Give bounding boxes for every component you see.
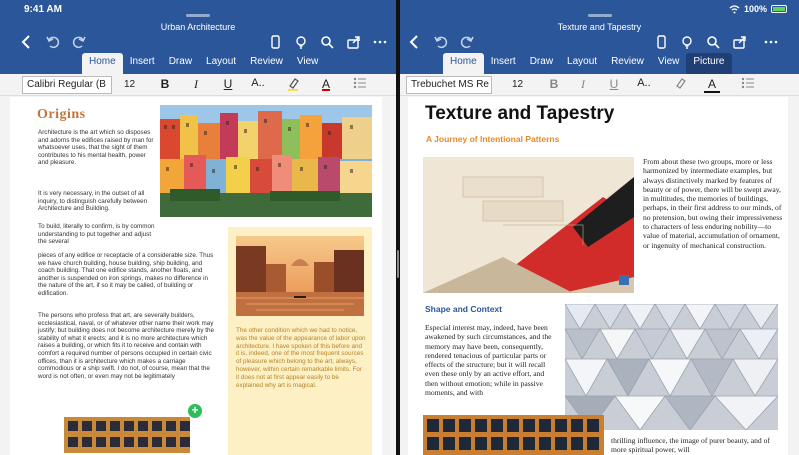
share-icon[interactable] [731,33,749,51]
document-subtitle: A Journey of Intentional Patterns [426,134,560,144]
tab-home[interactable]: Home [443,53,484,74]
callout-box: The other condition which we had to noti… [228,227,372,455]
font-name-field[interactable]: Trebuchet MS Re [406,76,492,94]
venice-canal-image[interactable] [236,236,364,316]
left-app-pane: 9:41 AM Urban Architecture Home Insert D… [0,0,396,455]
add-icon[interactable]: + [188,404,202,418]
paragraph-2: It is very necessary, in the outset of a… [38,190,148,213]
paragraph-4: The persons who profess that art, are se… [38,312,215,380]
back-icon[interactable] [406,33,424,51]
tab-layout[interactable]: Layout [199,53,243,74]
phone-view-icon[interactable] [652,33,670,51]
undo-icon[interactable] [44,33,62,51]
red-geometric-image[interactable] [423,157,634,293]
left-doc-title[interactable]: Urban Architecture [0,22,396,32]
battery-percent: 100% [743,4,767,14]
tab-review[interactable]: Review [243,53,290,74]
italic-button[interactable]: I [188,77,204,92]
paragraph-3a: To build, literally to confirm, is by co… [38,223,155,246]
redo-icon[interactable] [70,33,88,51]
tab-draw[interactable]: Draw [162,53,199,74]
tab-review[interactable]: Review [604,53,651,74]
tab-draw[interactable]: Draw [523,53,560,74]
paragraph-3: thrilling influence, the image of purer … [611,436,770,455]
right-ribbon-tabs: Home Insert Draw Layout Review View Pict… [443,53,732,74]
underline-button[interactable]: U [220,77,236,91]
left-ribbon-tabs: Home Insert Draw Layout Review View [82,53,325,74]
left-title-bar: 9:41 AM Urban Architecture Home Insert D… [0,0,396,74]
lightbulb-icon[interactable] [292,33,310,51]
font-color-button[interactable]: A [704,77,720,93]
font-options-button[interactable]: A.. [250,77,266,89]
tab-insert[interactable]: Insert [123,53,162,74]
left-document-page[interactable]: Origins Architecture is the art which so… [10,97,382,455]
building-facade-image[interactable] [62,415,192,455]
undo-icon[interactable] [432,33,450,51]
paragraph-2: Especial interest may, indeed, have been… [425,323,552,398]
highlighter-icon[interactable] [672,77,688,94]
highlighter-icon[interactable] [285,77,301,94]
redo-icon[interactable] [458,33,476,51]
bullets-icon[interactable] [352,77,368,92]
underline-button[interactable]: U [606,77,622,91]
paragraph-1: Architecture is the art which so dispose… [38,129,154,167]
font-options-button[interactable]: A.. [636,77,652,89]
right-doc-title[interactable]: Texture and Tapestry [400,22,799,32]
right-multitask-grabber[interactable] [588,14,612,17]
back-icon[interactable] [18,33,36,51]
right-document-page[interactable]: Texture and Tapestry A Journey of Intent… [408,97,788,455]
paragraph-1: From about these two groups, more or les… [643,157,783,250]
status-indicators: 100% [729,4,787,14]
section-heading-origins: Origins [37,107,86,122]
split-divider-handle[interactable] [397,250,399,278]
more-icon[interactable] [371,33,389,51]
building-windows-image[interactable] [423,415,604,455]
tab-insert[interactable]: Insert [484,53,523,74]
section-heading-shape: Shape and Context [425,304,502,314]
bullets-icon[interactable] [740,77,756,92]
document-title: Texture and Tapestry [425,103,615,124]
tab-picture[interactable]: Picture [686,53,732,74]
tab-layout[interactable]: Layout [560,53,604,74]
colorful-houses-image[interactable] [160,105,372,217]
phone-view-icon[interactable] [266,33,284,51]
tab-view[interactable]: View [290,53,326,74]
tab-view[interactable]: View [651,53,687,74]
battery-icon [771,5,787,13]
right-title-bar: 100% Texture and Tapestry Home Insert Dr… [400,0,799,74]
font-size-field[interactable]: 12 [510,76,525,94]
split-view-screen: 9:41 AM Urban Architecture Home Insert D… [0,0,799,455]
more-icon[interactable] [762,33,780,51]
bold-button[interactable]: B [157,77,173,91]
callout-text: The other condition which we had to noti… [236,327,366,389]
left-home-ribbon: Calibri Regular (B 12 B I U A.. A [0,74,396,96]
wifi-icon [729,4,740,13]
bold-button[interactable]: B [546,77,562,91]
left-multitask-grabber[interactable] [186,14,210,17]
right-app-pane: 100% Texture and Tapestry Home Insert Dr… [400,0,799,455]
lightbulb-icon[interactable] [678,33,696,51]
font-size-field[interactable]: 12 [122,76,137,94]
status-time: 9:41 AM [24,4,62,15]
paragraph-3b: pieces of any edifice or receptacle of a… [38,252,214,297]
search-icon[interactable] [318,33,336,51]
share-icon[interactable] [345,33,363,51]
font-name-field[interactable]: Calibri Regular (B [22,76,112,94]
italic-button[interactable]: I [575,77,591,92]
font-color-button[interactable]: A [318,77,334,91]
triangular-facade-image[interactable] [565,304,778,430]
search-icon[interactable] [704,33,722,51]
tab-home[interactable]: Home [82,53,123,74]
right-home-ribbon: Trebuchet MS Re 12 B I U A.. A [400,74,799,96]
